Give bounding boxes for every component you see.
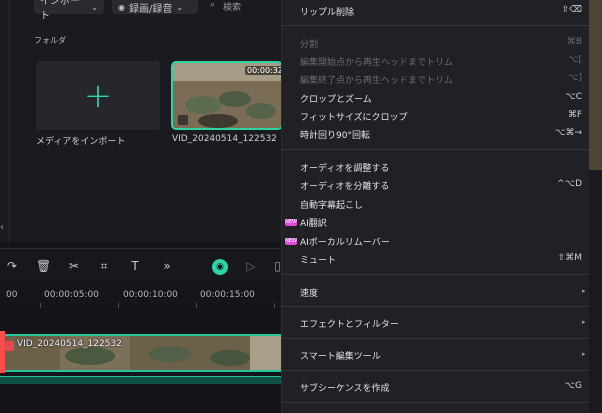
search-placeholder: 検索 [223,3,242,13]
menu-separator [281,25,589,26]
menu-item-smart-edit[interactable]: スマート編集ツール [300,349,381,362]
clip-title: VID_20240514_122532 [17,339,122,349]
chevron-down-icon: ⌄ [176,2,184,12]
play-icon[interactable]: ▷ [244,259,258,273]
menu-item-adjust-audio[interactable]: オーディオを調整する [300,161,389,174]
import-dropdown-label: インポート [40,0,80,22]
menu-item-create-subsequence[interactable]: サブシーケンスを作成 [300,381,390,394]
menu-separator [281,149,589,150]
audio-track[interactable] [0,376,281,384]
chevron-right-icon: ▸ [582,350,586,358]
chevron-right-icon: ▸ [582,287,586,295]
chevron-left-icon[interactable]: ‹ [0,222,9,238]
ruler-label: 00:00:05:00 [44,290,99,300]
import-dropdown[interactable]: インポート ⌄ [34,0,104,22]
redo-icon[interactable]: ↷ [5,259,19,273]
ruler-label: 00:00:15:00 [200,290,255,300]
menu-item-trim-start[interactable]: 編集開始点から再生ヘッドまでトリム [300,55,453,68]
import-media-card[interactable]: + [36,61,160,130]
menu-separator [281,306,589,307]
ai-assist-icon[interactable]: ◉ [212,259,228,275]
folder-label: フォルダ [34,36,66,45]
delete-icon[interactable]: 🗑 [36,259,51,273]
plus-icon: + [83,75,113,116]
search-input[interactable]: ⌕ 検索 [210,0,242,13]
video-duration: 00:00:32 [245,66,285,75]
shortcut-rotate: ⌥⌘→ [555,128,582,138]
ruler-start-label: 00 [6,290,18,300]
text-icon[interactable]: T [128,259,142,273]
shortcut-mute: ⇧⌘M [557,253,582,263]
ruler-tick [196,303,197,308]
clip-badge [4,341,14,351]
record-icon: ◉ [118,2,125,12]
menu-separator [281,370,589,371]
shortcut-subsequence: ⌥G [564,381,582,391]
ruler-tick [118,303,119,308]
preview-panel [589,0,602,170]
side-strip [0,0,10,242]
menu-item-ai-vocal-remover[interactable]: AIボーカルリムーバー [300,235,390,248]
more-icon[interactable]: » [160,259,174,273]
menu-item-ripple-delete[interactable]: リップル削除 [300,5,354,18]
menu-item-split[interactable]: 分割 [300,37,318,50]
shortcut-detach-audio: ^⌥D [557,179,582,189]
crop-icon[interactable]: ⌗ [97,259,111,273]
menu-separator [281,274,589,275]
menu-separator [281,402,589,403]
shortcut-ripple-delete: ⇧⌫ [561,5,582,15]
chevron-right-icon: ▸ [582,318,586,326]
shortcut-trim-start: ⌥[ [568,55,582,65]
record-dropdown-label: 録画/録音 [128,3,173,15]
ruler-label: 00:00:10:00 [123,290,178,300]
shortcut-crop-zoom: ⌥C [565,92,582,102]
import-media-label: メディアをインポート [36,137,126,147]
playhead[interactable] [0,331,5,373]
new-badge: NEW [285,238,297,245]
video-name: VID_20240514_122532 [172,134,277,144]
menu-item-detach-audio[interactable]: オーディオを分離する [300,179,389,192]
menu-item-speed[interactable]: 速度 [300,286,318,299]
ruler-tick [40,303,41,308]
new-badge: NEW [285,219,297,226]
menu-item-trim-end[interactable]: 編集終了点から再生ヘッドまでトリム [300,73,453,86]
right-panel [589,170,602,413]
search-icon: ⌕ [210,0,216,10]
menu-item-auto-caption[interactable]: 自動字幕起こし [300,198,363,211]
shortcut-fit-crop: ⌘F [567,110,582,120]
marker-icon[interactable]: ▯ [274,259,281,273]
menu-item-crop-zoom[interactable]: クロップとズーム [300,92,372,105]
menu-item-effects-filters[interactable]: エフェクトとフィルター [300,317,399,330]
chevron-down-icon: ⌄ [91,2,98,12]
menu-separator [281,338,589,339]
menu-item-mute[interactable]: ミュート [300,253,336,266]
record-dropdown[interactable]: ◉ 録画/録音 ⌄ [112,0,198,15]
menu-item-ai-translate[interactable]: AI翻訳 [300,216,327,229]
menu-item-rotate[interactable]: 時計回り90°回転 [300,128,370,141]
ruler-tick [274,303,275,308]
scissors-icon[interactable]: ✂ [67,259,81,273]
shortcut-trim-end: ⌥] [568,73,582,83]
shortcut-split: ⌘B [566,37,582,47]
menu-item-fit-crop[interactable]: フィットサイズにクロップ [300,110,408,123]
